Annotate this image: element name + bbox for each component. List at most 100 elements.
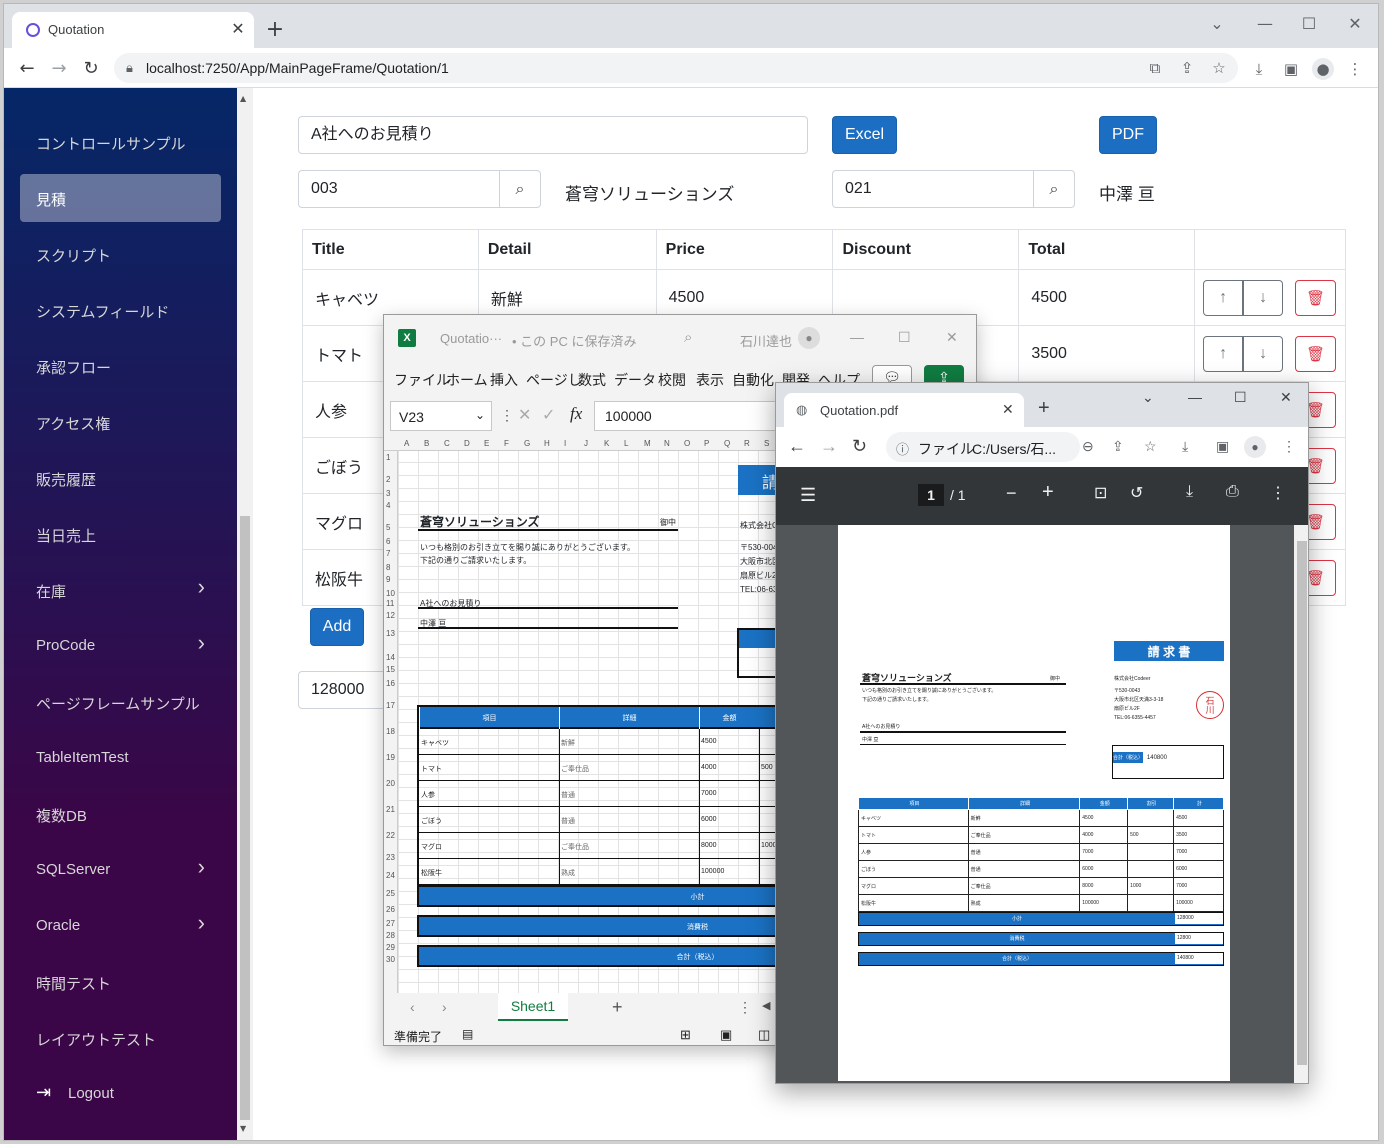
row-header[interactable]: 19 — [386, 753, 395, 762]
row-header[interactable]: 16 — [386, 679, 395, 688]
download-icon[interactable]: ⤓ — [1182, 438, 1188, 455]
close-window-icon[interactable]: ✕ — [1340, 10, 1370, 36]
maximize-icon[interactable]: ☐ — [1234, 389, 1247, 406]
bookmark-star-icon[interactable]: ☆ — [1144, 438, 1157, 455]
close-tab-icon[interactable]: ✕ — [1002, 401, 1014, 418]
column-header[interactable]: Q — [724, 439, 730, 448]
sheet-table-cell[interactable]: 6000 — [701, 816, 717, 823]
delete-trash-icon[interactable]: 🗑︎ — [1295, 280, 1337, 316]
sidebar-item[interactable]: 当日売上 — [20, 510, 221, 558]
excel-maximize-icon[interactable]: ☐ — [898, 329, 911, 346]
reload-icon[interactable]: ↻ — [852, 436, 867, 457]
pdf-canvas[interactable]: 請 求 書 蒼穹ソリューションズ 御中 いつも格別のお引き立てを賜り誠にありがと… — [776, 525, 1308, 1083]
row-header[interactable]: 15 — [386, 665, 395, 674]
row-header[interactable]: 28 — [386, 931, 395, 940]
excel-save-status[interactable]: • この PC に保存済み — [512, 331, 636, 350]
row-header[interactable]: 11 — [386, 599, 394, 608]
row-header[interactable]: 9 — [386, 575, 390, 584]
pdf-address-bar[interactable]: ⓘ ファイル C:/Users/石... — [886, 432, 1080, 462]
zoom-in-icon[interactable]: + — [1042, 481, 1054, 504]
row-header[interactable]: 2 — [386, 475, 390, 484]
forward-icon[interactable]: → — [820, 436, 838, 457]
column-header[interactable]: G — [524, 439, 530, 448]
sheet-table-cell[interactable]: 普通 — [561, 790, 575, 800]
new-tab-icon[interactable]: + — [262, 16, 288, 42]
more-icon[interactable]: ⋮ — [500, 407, 514, 424]
logout-link[interactable]: ⇥ Logout — [20, 1070, 221, 1118]
sheet-table-cell[interactable]: 松阪牛 — [421, 868, 442, 878]
excel-menu-home[interactable]: ホーム — [446, 370, 488, 390]
move-up-icon[interactable]: ↑ — [1203, 336, 1244, 372]
row-header[interactable]: 24 — [386, 871, 395, 880]
bookmark-star-icon[interactable]: ☆ — [1210, 59, 1228, 77]
minimize-icon[interactable]: — — [1250, 10, 1280, 36]
cell-total[interactable]: 3500 — [1018, 325, 1196, 382]
excel-menu-insert[interactable]: 挿入 — [490, 370, 518, 390]
row-header[interactable]: 13 — [386, 629, 395, 638]
side-panel-icon[interactable]: ▣ — [1282, 60, 1300, 78]
column-header[interactable]: M — [644, 439, 651, 448]
sheet-table-cell[interactable]: 8000 — [701, 842, 717, 849]
column-header[interactable]: C — [444, 439, 450, 448]
sidebar-item[interactable]: システムフィールド — [20, 286, 221, 334]
row-header[interactable]: 22 — [386, 831, 395, 840]
name-box[interactable]: V23 ⌄ — [390, 401, 492, 431]
add-row-button[interactable]: Add — [310, 608, 364, 646]
zoom-out-icon[interactable]: − — [1006, 483, 1017, 504]
tab-search-icon[interactable]: ⌄ — [1142, 389, 1154, 406]
excel-menu-automate[interactable]: 自動化 — [732, 370, 774, 390]
row-header[interactable]: 6 — [386, 537, 390, 546]
fit-page-icon[interactable]: ⊡ — [1094, 483, 1107, 503]
sidebar-item[interactable]: ページフレームサンプル — [20, 678, 221, 726]
sheet-tab-sheet1[interactable]: Sheet1 — [498, 993, 568, 1021]
sheet-table-cell[interactable]: 4500 — [701, 738, 717, 745]
sheet-table-cell[interactable]: 熟成 — [561, 868, 575, 878]
row-header[interactable]: 23 — [386, 853, 395, 862]
row-header[interactable]: 10 — [386, 589, 395, 598]
page-layout-icon[interactable]: ▣ — [720, 1027, 732, 1043]
sheet-table-cell[interactable]: 100000 — [701, 868, 724, 875]
sheet-table-cell[interactable]: 7000 — [701, 790, 717, 797]
row-header[interactable]: 17 — [386, 701, 395, 710]
sheet-table-cell[interactable]: ご奉仕品 — [561, 764, 589, 774]
next-sheet-icon[interactable]: › — [442, 999, 447, 1015]
sidebar-item[interactable]: SQLServer › — [20, 846, 221, 894]
row-header[interactable]: 12 — [386, 611, 395, 620]
sidebar-item[interactable]: TableItemTest — [20, 734, 221, 782]
close-window-icon[interactable]: ✕ — [1280, 389, 1292, 406]
row-header[interactable]: 4 — [386, 501, 390, 510]
rotate-icon[interactable]: ↺ — [1130, 483, 1143, 503]
scroll-up-icon[interactable]: ▲ — [240, 94, 246, 103]
sidebar-item[interactable]: 在庫 › — [20, 566, 221, 614]
staff-code-input[interactable]: 021 — [832, 170, 1034, 208]
sheet-table-cell[interactable]: 普通 — [561, 816, 575, 826]
sheet-table-cell[interactable]: 500 — [761, 764, 773, 771]
column-header[interactable]: L — [624, 439, 628, 448]
sidebar-item[interactable]: コントロールサンプル — [20, 118, 221, 166]
pdf-button[interactable]: PDF — [1099, 116, 1157, 154]
sheet-table-cell[interactable]: 新鮮 — [561, 738, 575, 748]
excel-minimize-icon[interactable]: — — [850, 329, 864, 345]
excel-menu-view[interactable]: 表示 — [696, 370, 724, 390]
move-down-icon[interactable]: ↓ — [1243, 280, 1284, 316]
sheet-table-cell[interactable]: マグロ — [421, 842, 442, 852]
column-header[interactable]: I — [564, 439, 566, 448]
menu-kebab-icon[interactable]: ⋮ — [1346, 60, 1364, 78]
chevron-down-icon[interactable]: ⌄ — [475, 408, 485, 422]
column-header[interactable]: A — [404, 439, 409, 448]
sidebar-item[interactable]: ProCode › — [20, 622, 221, 670]
staff-search-button[interactable]: ⌕ — [1033, 170, 1075, 208]
excel-user-avatar-icon[interactable]: ● — [798, 327, 820, 349]
sheet-table-cell[interactable]: トマト — [421, 764, 442, 774]
page-number-input[interactable]: 1 — [918, 484, 944, 506]
reload-icon[interactable]: ↻ — [78, 55, 104, 81]
sheet-table-cell[interactable]: 4000 — [701, 764, 717, 771]
sidebar-item[interactable]: アクセス権 — [20, 398, 221, 446]
column-header[interactable]: D — [464, 439, 470, 448]
sidebar-item[interactable]: 見積 — [20, 174, 221, 222]
pdf-download-icon[interactable]: ⤓ — [1186, 483, 1193, 501]
normal-view-icon[interactable]: ⊞ — [680, 1027, 691, 1043]
prev-sheet-icon[interactable]: ‹ — [410, 999, 415, 1015]
menu-kebab-icon[interactable]: ⋮ — [1282, 438, 1296, 455]
download-icon[interactable]: ⤓ — [1250, 60, 1268, 78]
